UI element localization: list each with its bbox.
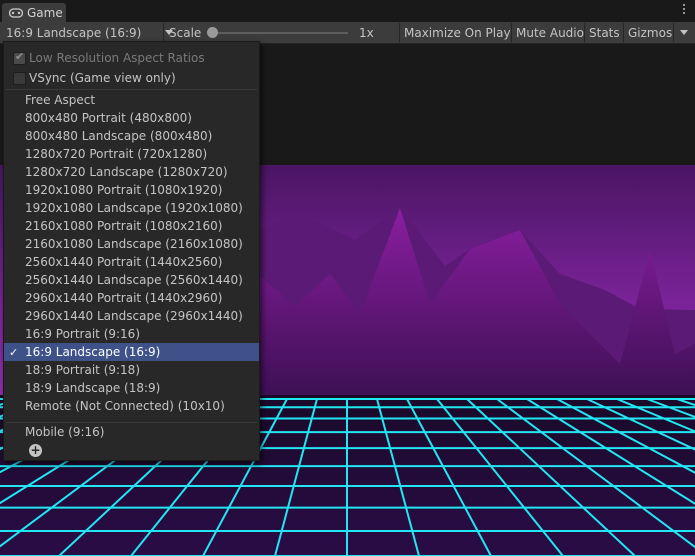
menu-item-label: 16:9 Landscape (16:9) [25,345,161,359]
gizmos-button[interactable]: Gizmos [628,22,672,43]
menu-item[interactable]: 18:9 Portrait (9:18) [4,361,259,379]
menu-item[interactable]: 800x480 Portrait (480x800) [4,109,259,127]
aspect-ratio-menu: ✔ Low Resolution Aspect Ratios VSync (Ga… [3,41,260,461]
aspect-dropdown-label: 16:9 Landscape (16:9) [6,25,142,40]
menu-item-label: Remote (Not Connected) (10x10) [25,399,225,413]
chevron-down-icon [680,30,688,35]
vsync-label: VSync (Game view only) [29,71,176,85]
menu-item[interactable]: 2960x1440 Portrait (1440x2960) [4,289,259,307]
plus-circle-icon[interactable]: + [29,444,42,457]
checkmark-icon: ✓ [9,345,19,359]
menu-item[interactable]: 1280x720 Landscape (1280x720) [4,163,259,181]
scale-slider-thumb[interactable] [207,27,218,38]
low-resolution-toggle[interactable]: ✔ Low Resolution Aspect Ratios [4,49,259,67]
menu-item[interactable]: ✓ 16:9 Landscape (16:9) [4,343,259,361]
menu-item-label: 1280x720 Landscape (1280x720) [25,165,228,179]
gizmos-dropdown[interactable] [680,22,688,43]
menu-item[interactable]: 16:9 Portrait (9:16) [4,325,259,343]
menu-item-label: 2960x1440 Portrait (1440x2960) [25,291,223,305]
menu-item-label: 2160x1080 Landscape (2160x1080) [25,237,243,251]
menu-item-label: Free Aspect [25,93,96,107]
menu-item-label: 18:9 Portrait (9:18) [25,363,141,377]
menu-item[interactable]: 2960x1440 Landscape (2960x1440) [4,307,259,325]
stats-button[interactable]: Stats [589,22,620,43]
more-options-icon[interactable] [682,4,686,18]
checkbox[interactable] [13,71,26,85]
tab-label: Game [27,5,63,20]
menu-item[interactable]: 2560x1440 Portrait (1440x2560) [4,253,259,271]
gamepad-icon [9,7,23,18]
menu-divider [6,89,257,90]
tab-game[interactable]: Game [2,3,66,22]
vsync-toggle[interactable]: VSync (Game view only) [4,69,259,87]
menu-item[interactable]: 800x480 Landscape (800x480) [4,127,259,145]
menu-item-label: Mobile (9:16) [25,425,105,439]
checkbox[interactable]: ✔ [13,49,26,65]
tab-bar: Game [0,0,695,22]
menu-item[interactable]: 1920x1080 Landscape (1920x1080) [4,199,259,217]
menu-item-label: 1920x1080 Landscape (1920x1080) [25,201,243,215]
aspect-dropdown[interactable]: 16:9 Landscape (16:9) [6,22,174,43]
menu-item-mobile[interactable]: Mobile (9:16) [4,423,259,441]
menu-item[interactable]: Remote (Not Connected) (10x10) [4,397,259,415]
menu-item-label: 1920x1080 Portrait (1080x1920) [25,183,223,197]
menu-item[interactable]: 18:9 Landscape (18:9) [4,379,259,397]
menu-item-label: 2560x1440 Landscape (2560x1440) [25,273,243,287]
menu-item[interactable]: 2160x1080 Landscape (2160x1080) [4,235,259,253]
menu-item[interactable]: Free Aspect [4,91,259,109]
menu-item-label: 1280x720 Portrait (720x1280) [25,147,208,161]
low-resolution-label: Low Resolution Aspect Ratios [29,51,205,65]
menu-item[interactable]: 1920x1080 Portrait (1080x1920) [4,181,259,199]
maximize-on-play-button[interactable]: Maximize On Play [404,22,511,43]
mute-audio-button[interactable]: Mute Audio [516,22,584,43]
menu-item-label: 800x480 Landscape (800x480) [25,129,213,143]
scale-value: 1x [359,25,374,40]
menu-item-label: 2160x1080 Portrait (1080x2160) [25,219,223,233]
menu-item[interactable]: 2160x1080 Portrait (1080x2160) [4,217,259,235]
menu-item[interactable]: 1280x720 Portrait (720x1280) [4,145,259,163]
menu-item-label: 2560x1440 Portrait (1440x2560) [25,255,223,269]
menu-item-label: 2960x1440 Landscape (2960x1440) [25,309,243,323]
menu-item[interactable]: 2560x1440 Landscape (2560x1440) [4,271,259,289]
scale-slider-track[interactable] [213,32,348,34]
menu-item-label: 800x480 Portrait (480x800) [25,111,192,125]
scale-label: Scale [169,25,202,40]
menu-item-label: 18:9 Landscape (18:9) [25,381,161,395]
menu-item-label: 16:9 Portrait (9:16) [25,327,141,341]
checkmark-icon: ✔ [15,49,25,63]
